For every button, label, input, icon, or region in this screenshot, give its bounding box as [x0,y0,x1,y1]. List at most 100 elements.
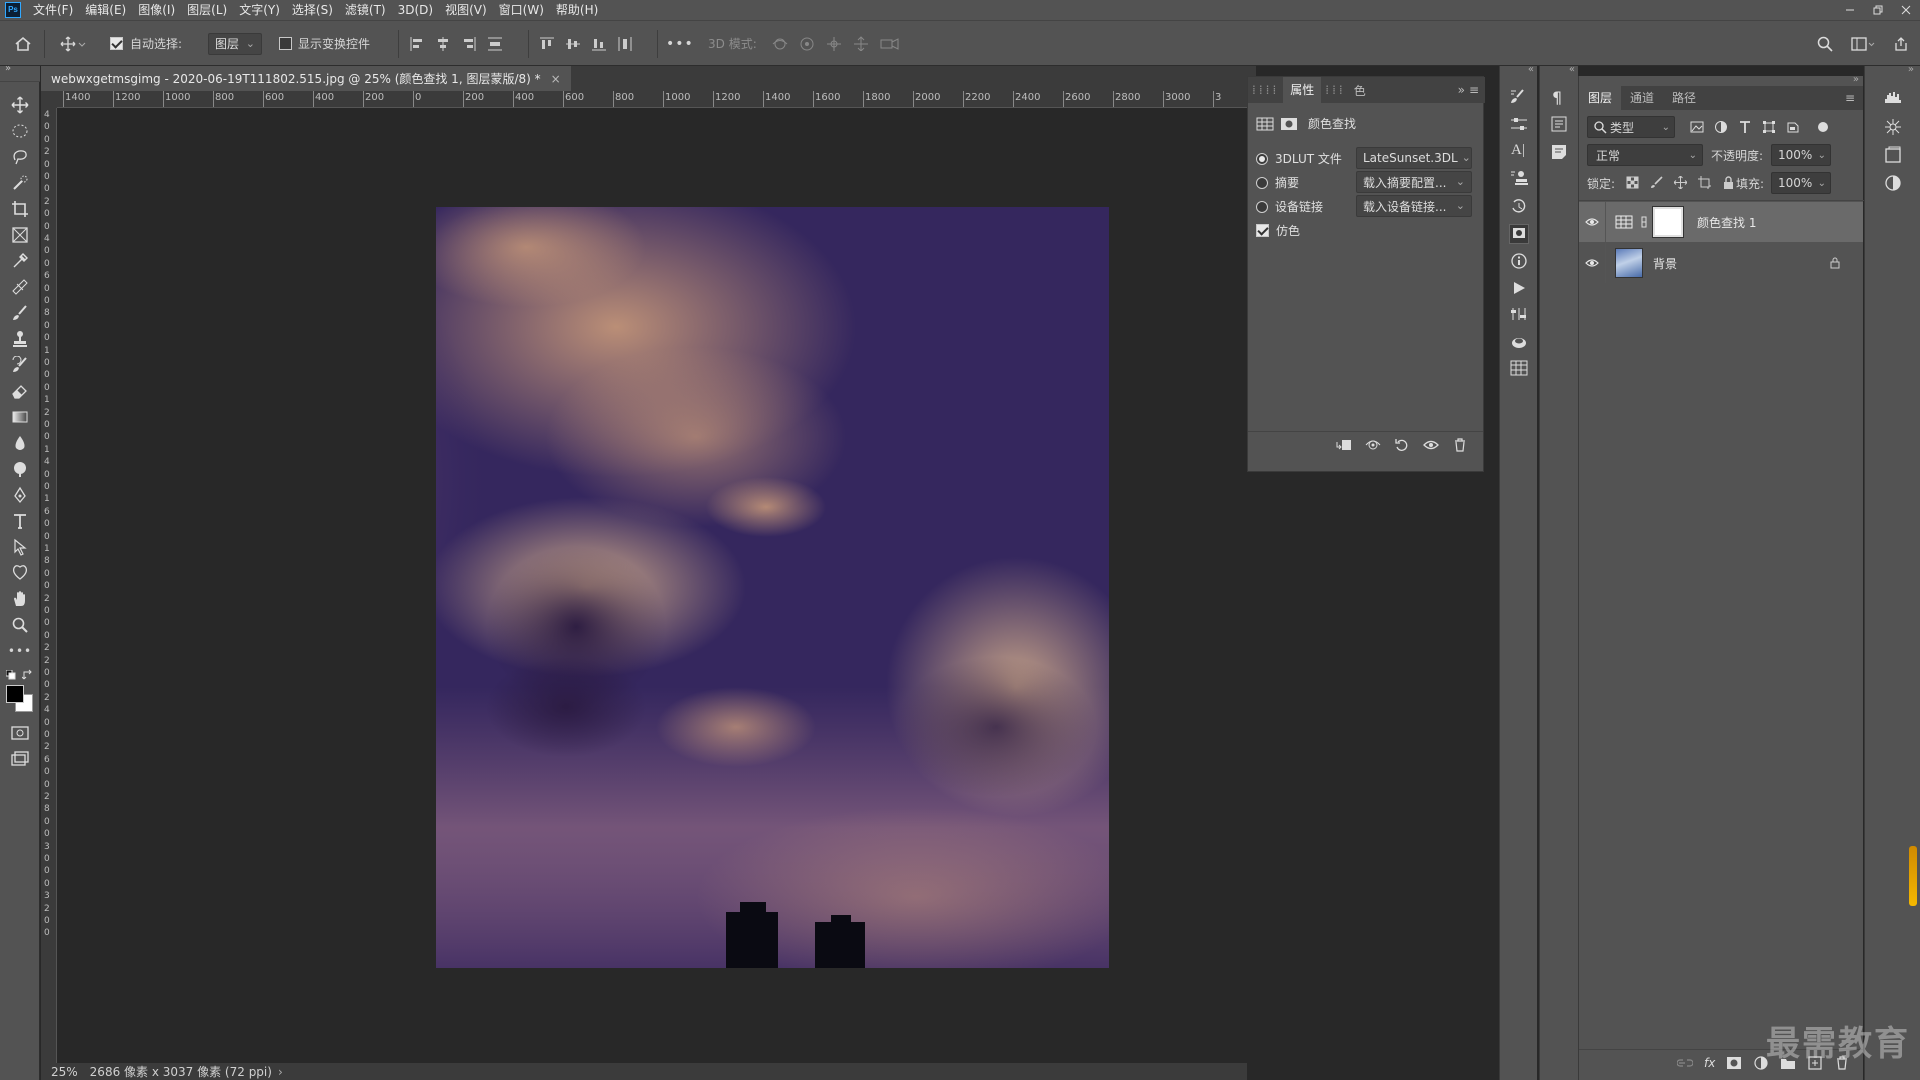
layer-visibility-eye-icon[interactable] [1579,258,1605,268]
filter-smart-object-icon[interactable] [1786,120,1800,134]
edit-toolbar-icon[interactable]: ••• [8,640,32,662]
menu-layer[interactable]: 图层(L) [181,0,233,20]
panel-collapse-icon[interactable]: » [1458,83,1465,97]
document-tab[interactable]: webwxgetmsgimg - 2020-06-19T111802.515.j… [41,66,571,91]
gradient-tool-icon[interactable] [8,406,32,428]
notes-icon[interactable] [1551,144,1567,160]
brush-tool-icon[interactable] [8,302,32,324]
close-tab-icon[interactable]: × [551,72,561,86]
crop-tool-icon[interactable] [8,198,32,220]
show-transform-checkbox[interactable] [279,37,292,50]
workspace-switcher-icon[interactable] [1851,36,1875,52]
layer-row-color-lookup[interactable]: 颜色查找 1 [1579,202,1863,242]
clone-source-icon[interactable] [1510,170,1528,186]
mask-link-icon[interactable] [1639,215,1649,229]
menu-filter[interactable]: 滤镜(T) [339,0,392,20]
pen-tool-icon[interactable] [8,484,32,506]
info-icon[interactable] [1510,252,1528,270]
healing-brush-tool-icon[interactable] [8,276,32,298]
radio-device-link[interactable] [1256,200,1268,213]
document-info[interactable]: 2686 像素 x 3037 像素 (72 ppi) [90,1063,272,1080]
lock-position-icon[interactable] [1674,176,1687,189]
lasso-tool-icon[interactable] [8,146,32,168]
collapse-panel-icon[interactable]: » [1579,75,1863,86]
paragraph-styles-icon[interactable] [1551,116,1567,132]
filter-adjustment-icon[interactable] [1714,120,1728,134]
move-tool-preset-icon[interactable] [60,21,86,66]
expand-toolbar-icon[interactable]: » [5,63,11,74]
menu-image[interactable]: 图像(I) [132,0,181,20]
quick-selection-tool-icon[interactable] [8,172,32,194]
layers-panel-menu-icon[interactable]: ≡ [1845,91,1855,105]
filter-toggle-icon[interactable] [1816,120,1830,134]
panel-menu-icon[interactable]: ≡ [1469,83,1479,97]
hand-tool-icon[interactable] [8,588,32,610]
restore-icon[interactable] [1864,0,1892,20]
collapse-strip-icon[interactable]: « [1540,65,1578,76]
layer-visibility-eye-icon[interactable] [1579,217,1605,227]
type-tool-icon[interactable] [8,510,32,532]
align-center-h-icon[interactable] [436,36,450,51]
close-icon[interactable] [1892,0,1920,20]
styles-icon[interactable] [1509,224,1529,244]
color-wheel-icon[interactable] [1884,174,1902,192]
share-icon[interactable] [1893,36,1909,52]
histogram-icon[interactable] [1884,90,1902,104]
distribute-v-icon[interactable] [488,37,502,51]
auto-select-target-dropdown[interactable]: 图层 [208,32,262,55]
lock-artboard-icon[interactable] [1698,176,1711,189]
path-selection-tool-icon[interactable] [8,536,32,558]
filter-pixel-icon[interactable] [1690,120,1704,134]
tab-color[interactable]: 色 [1350,82,1370,99]
collapsed-tabs-icon[interactable]: ⁞⁞⁞⁞ [1248,83,1283,97]
menu-view[interactable]: 视图(V) [439,0,493,20]
collapse-strip-icon[interactable]: » [1865,65,1920,76]
marquee-tool-icon[interactable] [8,120,32,142]
status-chevron-icon[interactable]: › [278,1065,283,1079]
history-icon[interactable] [1510,198,1528,214]
add-mask-icon[interactable] [1726,1056,1742,1070]
link-layers-icon[interactable] [1677,1056,1693,1070]
menu-edit[interactable]: 编辑(E) [79,0,132,20]
eraser-tool-icon[interactable] [8,380,32,402]
custom-shape-tool-icon[interactable] [8,562,32,584]
filter-kind-dropdown[interactable]: 类型 ⌄ [1587,116,1675,138]
tab-channels[interactable]: 通道 [1621,86,1663,110]
zoom-tool-icon[interactable] [8,614,32,636]
align-bottom-icon[interactable] [592,37,606,51]
foreground-color-swatch[interactable] [6,685,24,703]
align-right-icon[interactable] [462,36,476,51]
home-icon[interactable] [14,21,32,66]
menu-help[interactable]: 帮助(H) [550,0,604,20]
align-left-icon[interactable] [410,36,424,51]
menu-select[interactable]: 选择(S) [286,0,339,20]
blend-mode-dropdown[interactable]: 正常 ⌄ [1587,144,1703,166]
delete-adjustment-icon[interactable] [1452,438,1468,452]
document-image[interactable] [436,207,1109,968]
tab-paths[interactable]: 路径 [1663,86,1705,110]
horizontal-ruler[interactable]: 1400 1200 1000 800 600 400 200 0 200 400 600 800 100… [57,91,1256,108]
clip-to-layer-icon[interactable] [1336,438,1352,452]
tab-properties[interactable]: 属性 [1283,77,1322,103]
tab-layers[interactable]: 图层 [1579,86,1622,110]
zoom-level[interactable]: 25% [51,1065,78,1079]
fx-icon[interactable]: fx [1704,1056,1715,1070]
collapsed-tabs-icon[interactable]: ⁞⁞⁞ [1321,83,1349,97]
search-icon[interactable] [1817,36,1833,52]
menu-type[interactable]: 文字(Y) [233,0,286,20]
radio-abstract[interactable] [1256,176,1268,189]
3d-slide-icon[interactable] [853,36,870,51]
filter-type-icon[interactable] [1738,120,1752,134]
eyedropper-tool-icon[interactable] [8,250,32,272]
more-options-button[interactable]: ••• [666,21,694,66]
toolbar-collapse-bar[interactable]: » [0,63,40,82]
layer-mask-thumbnail[interactable] [1652,206,1684,238]
distribute-h-icon[interactable] [618,36,632,51]
actions-play-icon[interactable] [1511,280,1527,296]
radio-3dlut[interactable] [1256,152,1268,165]
abstract-dropdown[interactable]: 载入摘要配置... [1356,171,1472,193]
lock-all-icon[interactable] [1722,176,1735,189]
layer-mask-icon[interactable] [1280,117,1298,131]
paragraph-icon[interactable]: ¶ [1552,88,1562,107]
menu-file[interactable]: 文件(F) [27,0,79,20]
